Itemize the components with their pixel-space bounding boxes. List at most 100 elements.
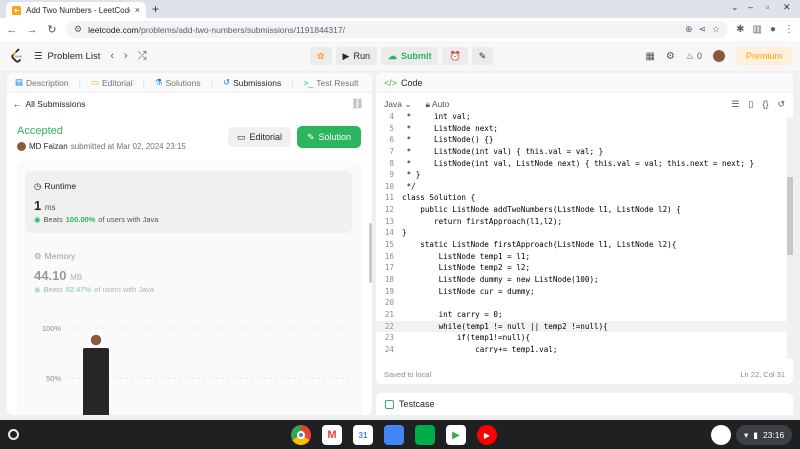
code-line[interactable]: 21 int carry = 0; [376,309,788,321]
timer-button[interactable]: ⏰ [442,47,468,65]
solution-button[interactable]: ✎ Solution [297,126,361,148]
code-tab[interactable]: </> Code [376,73,793,93]
layout-grid-icon[interactable]: ▦ [645,51,654,62]
tab-test-result[interactable]: >_ Test Result [304,78,359,88]
leetcode-logo-icon[interactable] [10,48,24,64]
edit-icon: ✎ [306,131,315,142]
code-line[interactable]: 11 class Solution { [376,192,788,204]
language-select[interactable]: Java ⌄ [384,99,411,110]
zoom-icon[interactable]: ⊕ [685,24,693,35]
new-tab-button[interactable]: + [152,2,159,16]
reload-icon[interactable]: ↻ [46,23,58,36]
code-line[interactable]: 6 * ListNode() {} [376,134,788,146]
distribution-bar[interactable] [83,348,109,415]
line-number: 7 [389,146,394,156]
side-panel-icon[interactable]: ▥ [753,24,762,35]
share-icon[interactable]: ⋖ [698,24,706,35]
launcher-icon[interactable] [8,429,19,440]
minimize-icon[interactable]: – [748,2,753,12]
code-line[interactable]: 22 while(temp1 != null || temp2 !=null){ [376,320,788,333]
testcase-panel[interactable]: Testcase [376,393,793,415]
bookmark-star-icon[interactable]: ☆ [712,24,720,35]
address-bar[interactable]: ⚙ leetcode.com/problems/add-two-numbers/… [66,21,729,38]
tab-description[interactable]: ▤ Description [15,77,69,88]
line-number: 14 [384,228,394,238]
code-editor[interactable]: 4 * int val; 5 * ListNode next; 6 * ListNo… [376,111,788,353]
code-line[interactable]: 5 * ListNode next; [376,123,788,135]
editorial-button[interactable]: ▭ Editorial [228,127,291,147]
code-line[interactable]: 13 return firstApproach(l1,l2); [376,216,788,228]
settings-gear-icon[interactable]: ⚙ [666,51,675,62]
notes-button[interactable]: ✎ [471,47,494,65]
code-line[interactable]: 4 * int val; [376,111,788,123]
left-scrollbar[interactable] [369,223,372,283]
tab-search-icon[interactable]: ⌄ [731,2,739,13]
code-line[interactable]: 9 * } [376,169,788,181]
code-line[interactable]: 19 ListNode cur = dummy; [376,286,788,298]
meet-app-icon[interactable] [415,425,435,445]
code-text: * ListNode(int val, ListNode next) { thi… [402,158,755,168]
forward-icon[interactable]: → [26,24,38,36]
code-line[interactable]: 23 if(temp1!=null){ [376,332,788,344]
play-store-app-icon[interactable]: ▶ [446,425,466,445]
format-icon[interactable]: ☰ [731,99,739,110]
auto-mode[interactable]: 🔒︎ Auto [425,99,449,110]
line-number: 16 [384,251,394,261]
code-line[interactable]: 7 * ListNode(int val) { this.val = val; … [376,146,788,158]
site-info-icon[interactable]: ⚙ [74,24,82,35]
reset-icon[interactable]: ↺ [777,99,785,110]
back-icon[interactable]: ← [6,24,18,36]
chrome-menu-icon[interactable]: ⋮ [784,24,794,35]
close-window-icon[interactable]: ✕ [783,2,791,13]
os-shelf: M 31 ▶ ▶ ▾ ▮ 23:16 [0,420,800,449]
code-line[interactable]: 18 ListNode dummy = new ListNode(100); [376,274,788,286]
shelf-apps: M 31 ▶ ▶ [291,425,497,445]
maximize-icon[interactable]: ▫ [766,2,769,12]
chrome-app-icon[interactable] [291,425,311,445]
run-button[interactable]: ▶ Run [335,47,377,65]
bookmark-icon[interactable]: ▯ [748,99,753,110]
code-line[interactable]: 15 static ListNode firstApproach(ListNod… [376,239,788,251]
debug-button[interactable]: ✿ [310,47,332,65]
tab-solutions[interactable]: ⚗ Solutions [155,77,201,88]
code-line[interactable]: 17 ListNode temp2 = l2; [376,262,788,274]
shuffle-icon[interactable]: ⤮ [138,50,147,63]
code-line[interactable]: 24 carry+= temp1.val; [376,344,788,353]
user-position-avatar [89,333,103,347]
saved-status: Saved to local [384,369,432,379]
submitter-name[interactable]: MD Faizan [29,142,68,151]
runtime-card[interactable]: ◷ Runtime 1 ms ◉ Beats 100.00% of users with… [25,171,352,233]
tab-close-icon[interactable]: × [135,5,140,15]
code-line[interactable]: 16 ListNode temp1 = l1; [376,251,788,263]
user-avatar[interactable] [712,50,725,62]
browser-tab[interactable]: Add Two Numbers - LeetCode × [6,2,146,18]
code-line[interactable]: 14} [376,227,788,239]
gmail-app-icon[interactable]: M [322,425,342,445]
code-line[interactable]: 8 * ListNode(int val, ListNode next) { t… [376,158,788,170]
premium-button[interactable]: Premium [735,47,792,65]
code-text: * ListNode next; [402,123,499,133]
submit-button[interactable]: ☁ Submit [380,47,439,65]
next-problem-icon[interactable]: › [124,50,128,62]
memory-card[interactable]: ⚙ Memory 44.10 MB ◉ Beats 92.47% of users wi… [25,245,352,305]
youtube-app-icon[interactable]: ▶ [477,425,497,445]
code-scrollbar-thumb[interactable] [787,177,793,255]
code-line[interactable]: 10 */ [376,181,788,193]
all-submissions-link[interactable]: ← All Submissions [13,99,86,109]
streak-counter[interactable]: ♨ 0 [686,51,702,62]
tote-icon[interactable] [711,425,731,445]
link-icon[interactable]: ⛓ [351,99,364,110]
problem-list-button[interactable]: ☰ Problem List [34,51,100,62]
prev-problem-icon[interactable]: ‹ [110,50,114,62]
files-app-icon[interactable] [384,425,404,445]
tab-editorial[interactable]: ▭ Editorial [91,77,133,88]
braces-icon[interactable]: {} [762,99,768,110]
code-line[interactable]: 20 [376,297,788,309]
tab-submissions[interactable]: ↺ Submissions [223,77,281,88]
system-tray[interactable]: ▾ ▮ 23:16 [736,425,793,445]
code-line[interactable]: 12 public ListNode addTwoNumbers(ListNod… [376,204,788,216]
extensions-icon[interactable]: ✱ [736,24,744,35]
calendar-app-icon[interactable]: 31 [353,425,373,445]
code-scrollbar[interactable] [787,117,793,359]
profile-icon[interactable]: ● [770,24,776,35]
